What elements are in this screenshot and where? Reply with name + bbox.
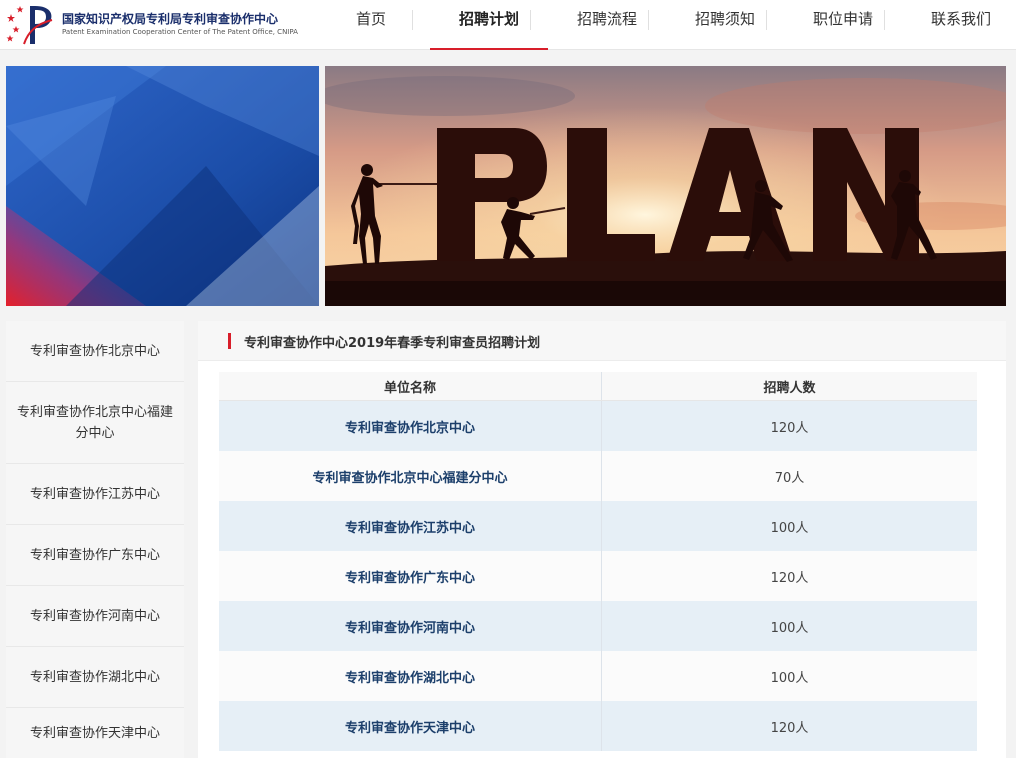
header-unit-name: 单位名称 [219,372,602,400]
recruitment-table: 单位名称 招聘人数 专利审查协作北京中心 120人 专利审查协作北京中心福建分中… [219,372,977,751]
cell-unit-name: 专利审查协作湖北中心 [219,651,602,701]
cell-headcount: 100人 [770,520,809,536]
table-row: 专利审查协作北京中心福建分中心 70人 [219,451,977,501]
sidebar-item-hubei[interactable]: 专利审查协作湖北中心 [6,647,184,708]
cell-unit-name: 专利审查协作河南中心 [219,601,602,651]
main-nav: 首页 招聘计划 招聘流程 招聘须知 职位申请 联系我们 [312,0,1016,50]
banner-abstract-image [6,66,319,306]
banner-plan-image [325,66,1006,306]
cell-headcount: 120人 [770,570,809,586]
table-row: 专利审查协作湖北中心 100人 [219,651,977,701]
header-headcount: 招聘人数 [763,380,816,396]
sidebar-item-guangdong[interactable]: 专利审查协作广东中心 [6,525,184,586]
main-content: 专利审查协作中心2019年春季专利审查员招聘计划 单位名称 招聘人数 专利审查协… [198,321,1006,758]
sidebar-item-jiangsu[interactable]: 专利审查协作江苏中心 [6,464,184,525]
nav-divider [884,10,885,30]
cell-unit-name: 专利审查协作北京中心福建分中心 [219,451,602,501]
nav-divider [530,10,531,30]
header: 国家知识产权局专利局专利审查协作中心 Patent Examination Co… [0,0,1016,50]
sidebar-item-henan[interactable]: 专利审查协作河南中心 [6,586,184,647]
cnipa-logo-icon [6,6,53,45]
org-name-cn: 国家知识产权局专利局专利审查协作中心 [62,12,279,26]
cell-headcount: 100人 [770,620,809,636]
page-title: 专利审查协作中心2019年春季专利审查员招聘计划 [244,336,541,351]
table-row: 专利审查协作天津中心 120人 [219,701,977,751]
table-row: 专利审查协作江苏中心 100人 [219,501,977,551]
cell-headcount: 120人 [770,720,809,736]
logo[interactable]: 国家知识产权局专利局专利审查协作中心 Patent Examination Co… [6,2,306,46]
section-title-bar: 专利审查协作中心2019年春季专利审查员招聘计划 [198,321,1006,361]
cell-unit-name: 专利审查协作天津中心 [219,701,602,751]
cell-headcount: 120人 [770,420,809,436]
cell-unit-name: 专利审查协作江苏中心 [219,501,602,551]
cell-headcount: 70人 [774,470,805,486]
table-row: 专利审查协作北京中心 120人 [219,401,977,451]
org-name-en: Patent Examination Cooperation Center of… [62,28,298,36]
cell-unit-name: 专利审查协作广东中心 [219,551,602,601]
sidebar-item-fujian[interactable]: 专利审查协作北京中心福建分中心 [6,382,184,464]
sidebar: 专利审查协作北京中心 专利审查协作北京中心福建分中心 专利审查协作江苏中心 专利… [6,321,184,758]
sidebar-item-beijing[interactable]: 专利审查协作北京中心 [6,321,184,382]
table-header: 单位名称 招聘人数 [219,372,977,401]
nav-contact-us[interactable]: 联系我们 [902,0,1016,50]
cell-headcount: 100人 [770,670,809,686]
nav-divider [412,10,413,30]
nav-divider [766,10,767,30]
cell-unit-name: 专利审查协作北京中心 [219,401,602,451]
table-row: 专利审查协作广东中心 120人 [219,551,977,601]
sidebar-item-tianjin[interactable]: 专利审查协作天津中心 [6,708,184,758]
table-row: 专利审查协作河南中心 100人 [219,601,977,651]
nav-divider [648,10,649,30]
title-accent-bar [228,333,231,349]
